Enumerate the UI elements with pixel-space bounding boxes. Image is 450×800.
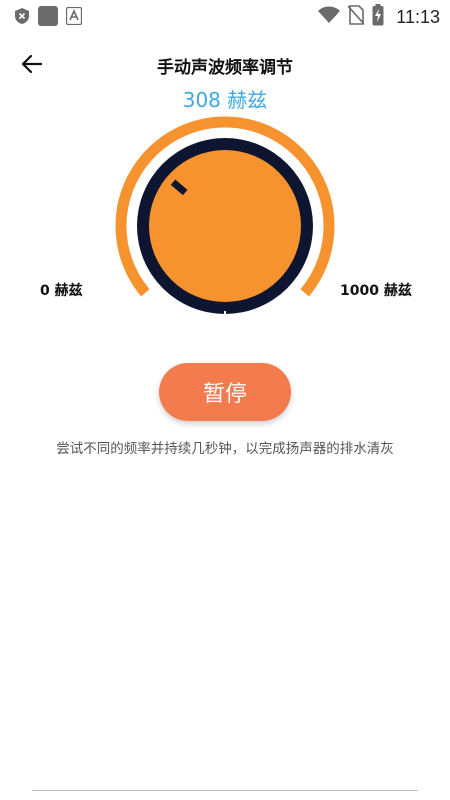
min-frequency-label: 0 赫兹 [40,283,83,299]
page-title: 手动声波频率调节 [157,58,293,78]
status-bar: 11:13 [0,0,450,32]
translate-a-icon [65,6,83,29]
status-time: 11:13 [396,6,440,27]
no-sim-icon [347,5,365,29]
wifi-icon [318,6,341,28]
battery-charging-icon [372,4,384,30]
dial-graphic [115,116,335,316]
status-bar-right: 11:13 [318,4,440,30]
frequency-readout: 308 赫兹 [182,88,268,112]
hint-text: 尝试不同的频率并持续几秒钟，以完成扬声器的排水清灰 [56,441,394,457]
dial-knob[interactable] [149,150,301,302]
status-bar-left [14,6,83,30]
pause-button[interactable]: 暂停 [159,363,291,421]
bottom-divider [32,790,418,791]
frequency-dial: 0 赫兹 1000 赫兹 [0,116,450,326]
shield-x-icon [14,7,30,29]
max-frequency-label: 1000 赫兹 [340,283,412,299]
app-square-icon [38,6,58,30]
app-header: 手动声波频率调节 [0,44,450,84]
